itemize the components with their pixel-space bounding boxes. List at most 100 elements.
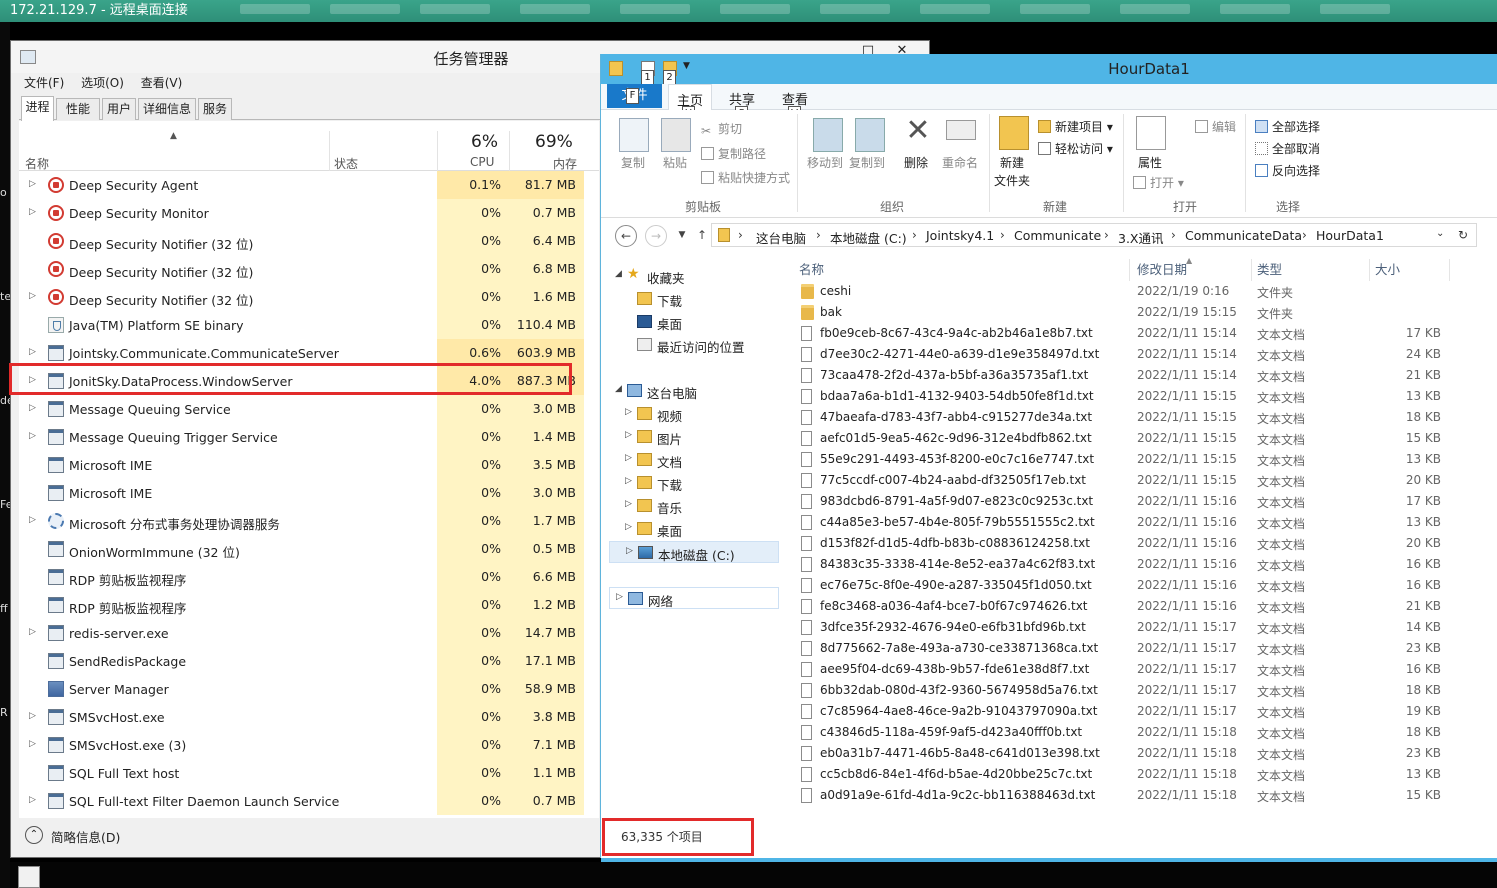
file-row[interactable]: 8d775662-7a8e-493a-a730-ce33871368ca.txt… — [781, 638, 1497, 659]
expand-arrow-icon[interactable]: ▷ — [29, 403, 36, 413]
process-row[interactable]: SQL Full Text host 0% 1.1 MB — [19, 759, 599, 787]
address-bar[interactable]: › 这台电脑 › 本地磁盘 (C:) › Jointsky4.1 › Commu… — [711, 223, 1477, 247]
select-none-button[interactable]: 全部取消 — [1255, 140, 1320, 157]
process-row[interactable]: ▷ Message Queuing Service 0% 3.0 MB — [19, 395, 599, 423]
file-row[interactable]: 983dcbd6-8791-4a5f-9d07-e823c0c9253c.txt… — [781, 491, 1497, 512]
nav-downloads[interactable]: 下载 — [601, 288, 781, 310]
file-row[interactable]: bdaa7a6a-b1d1-4132-9403-54db50fe8f1d.txt… — [781, 386, 1497, 407]
expand-arrow-icon[interactable]: ▷ — [29, 179, 36, 189]
process-row[interactable]: Microsoft IME 0% 3.0 MB — [19, 479, 599, 507]
process-row[interactable]: Java(TM) Platform SE binary 0% 110.4 MB — [19, 311, 599, 339]
nav-downloads-pc[interactable]: ▷ 下载 — [601, 472, 781, 494]
file-row[interactable]: aee95f04-dc69-438b-9b57-fde61e38d8f7.txt… — [781, 659, 1497, 680]
file-row[interactable]: c7c85964-4ae8-46ce-9a2b-91043797090a.txt… — [781, 701, 1497, 722]
menu-view[interactable]: 查看(V) — [141, 73, 183, 93]
chevron-right-icon[interactable]: ▷ — [625, 522, 632, 532]
tab-services[interactable]: 服务 — [198, 98, 232, 120]
process-row[interactable]: ▷ Deep Security Agent 0.1% 81.7 MB — [19, 171, 599, 199]
process-row[interactable]: RDP 剪贴板监视程序 0% 6.6 MB — [19, 563, 599, 591]
menu-file[interactable]: 文件(F) — [24, 73, 64, 93]
expand-arrow-icon[interactable]: ▷ — [29, 627, 36, 637]
file-row[interactable]: 6bb32dab-080d-43f2-9360-5674958d5a76.txt… — [781, 680, 1497, 701]
chevron-right-icon[interactable]: ▷ — [626, 546, 633, 556]
chevron-right-icon[interactable]: ▷ — [625, 476, 632, 486]
chevron-right-icon[interactable]: ▷ — [616, 592, 623, 602]
easy-access-button[interactable]: 轻松访问 ▾ — [1038, 140, 1113, 157]
tab-performance[interactable]: 性能 — [56, 98, 100, 120]
invert-selection-button[interactable]: 反向选择 — [1255, 162, 1320, 179]
up-arrow-icon[interactable]: ↑ — [691, 225, 713, 247]
open-button[interactable]: 打开 ▾ — [1133, 174, 1184, 191]
process-row[interactable]: SendRedisPackage 0% 17.1 MB — [19, 647, 599, 675]
expand-arrow-icon[interactable]: ▷ — [29, 711, 36, 721]
paste-shortcut-button[interactable]: 粘贴快捷方式 — [701, 169, 790, 186]
expand-arrow-icon[interactable]: ▷ — [29, 291, 36, 301]
file-row[interactable]: 3dfce35f-2932-4676-94e0-e6fb31bfd96b.txt… — [781, 617, 1497, 638]
fewer-details-link[interactable]: 简略信息(D) — [51, 827, 120, 846]
menu-options[interactable]: 选项(O) — [81, 73, 124, 93]
forward-arrow-icon[interactable]: → — [645, 225, 667, 247]
rename-button[interactable]: 重命名 — [942, 154, 978, 171]
expand-arrow-icon[interactable]: ▷ — [29, 207, 36, 217]
column-name[interactable]: 名称 — [25, 155, 49, 172]
remote-desktop-title-bar[interactable]: 172.21.129.7 - 远程桌面连接 — [0, 0, 1497, 22]
column-memory[interactable]: 内存 — [553, 155, 577, 172]
nav-network[interactable]: ▷ 网络 — [609, 587, 779, 609]
chevron-right-icon[interactable]: › — [1302, 228, 1307, 242]
refresh-icon[interactable]: ↻ — [1458, 228, 1468, 242]
chevron-right-icon[interactable]: › — [738, 228, 743, 242]
copy-path-button[interactable]: 复制路径 — [701, 145, 766, 162]
process-row[interactable]: ▷ Deep Security Monitor 0% 0.7 MB — [19, 199, 599, 227]
column-name[interactable]: 名称 — [799, 257, 824, 283]
breadcrumb-jointsky[interactable]: Jointsky4.1 — [926, 228, 994, 243]
column-cpu[interactable]: CPU — [470, 155, 494, 169]
process-row[interactable]: Server Manager 0% 58.9 MB — [19, 675, 599, 703]
expand-arrow-icon[interactable]: ▷ — [29, 739, 36, 749]
new-folder-button[interactable]: 新建 — [1000, 154, 1024, 171]
cut-button[interactable]: ✂ 剪切 — [701, 120, 742, 138]
file-row[interactable]: c44a85e3-be57-4b4e-805f-79b5551555c2.txt… — [781, 512, 1497, 533]
properties-icon[interactable] — [1136, 116, 1166, 150]
file-row[interactable]: 55e9c291-4493-453f-8200-e0c7c16e7747.txt… — [781, 449, 1497, 470]
select-all-button[interactable]: 全部选择 — [1255, 118, 1320, 135]
breadcrumb-communicatedata[interactable]: CommunicateData — [1185, 228, 1302, 243]
delete-icon[interactable]: ✕ — [903, 116, 933, 150]
breadcrumb-3x[interactable]: 3.X通讯 — [1118, 228, 1164, 247]
chevron-right-icon[interactable]: ▷ — [625, 407, 632, 417]
expand-arrow-icon[interactable]: ▷ — [29, 431, 36, 441]
file-row[interactable]: eb0a31b7-4471-46b5-8a48-c641d013e398.txt… — [781, 743, 1497, 764]
expand-arrow-icon[interactable]: ▷ — [29, 347, 36, 357]
document-icon[interactable] — [18, 866, 40, 888]
nav-desktop[interactable]: 桌面 — [601, 311, 781, 333]
paste-icon[interactable] — [661, 118, 691, 152]
rename-icon[interactable] — [946, 120, 976, 140]
move-to-button[interactable]: 移动到 — [807, 154, 843, 171]
column-date-modified[interactable]: 修改日期 — [1137, 257, 1187, 283]
file-row[interactable]: 73caa478-2f2d-437a-b5bf-a36a35735af1.txt… — [781, 365, 1497, 386]
file-row[interactable]: c43846d5-118a-459f-9af5-d423a40fff0b.txt… — [781, 722, 1497, 743]
process-row[interactable]: Deep Security Notifier (32 位) 0% 6.8 MB — [19, 255, 599, 283]
tab-users[interactable]: 用户 — [102, 98, 136, 120]
copy-to-icon[interactable] — [855, 118, 885, 152]
nav-this-pc[interactable]: ◢ 这台电脑 — [601, 380, 781, 402]
file-row[interactable]: d7ee30c2-4271-44e0-a639-d1e9e358497d.txt… — [781, 344, 1497, 365]
process-row[interactable]: ▷ SQL Full-text Filter Daemon Launch Serv… — [19, 787, 599, 815]
nav-desktop-pc[interactable]: ▷ 桌面 — [601, 518, 781, 540]
properties-button[interactable]: 属性 — [1138, 154, 1162, 171]
new-item-button[interactable]: 新建项目 ▾ — [1038, 118, 1113, 135]
process-row[interactable]: RDP 剪贴板监视程序 0% 1.2 MB — [19, 591, 599, 619]
nav-recent[interactable]: 最近访问的位置 — [601, 334, 781, 356]
process-row[interactable]: Deep Security Notifier (32 位) 0% 6.4 MB — [19, 227, 599, 255]
chevron-down-icon[interactable]: ◢ — [615, 269, 622, 279]
process-row[interactable]: ▷ Microsoft 分布式事务处理协调器服务 0% 1.7 MB — [19, 507, 599, 535]
chevron-right-icon[interactable]: ▷ — [625, 499, 632, 509]
delete-button[interactable]: 删除 — [904, 154, 928, 171]
chevron-right-icon[interactable]: ▷ — [625, 453, 632, 463]
breadcrumb-hourdata1[interactable]: HourData1 — [1316, 228, 1384, 243]
file-row[interactable]: ec76e75c-8f0e-490e-a287-335045f1d050.txt… — [781, 575, 1497, 596]
chevron-right-icon[interactable]: › — [1171, 228, 1176, 242]
file-row[interactable]: bak 2022/1/19 15:15 文件夹 — [781, 302, 1497, 323]
tab-processes[interactable]: 进程 — [21, 96, 54, 121]
file-row[interactable]: cc5cb8d6-84e1-4f6d-b5ae-4d20bbe25c7c.txt… — [781, 764, 1497, 785]
nav-music[interactable]: ▷ 音乐 — [601, 495, 781, 517]
